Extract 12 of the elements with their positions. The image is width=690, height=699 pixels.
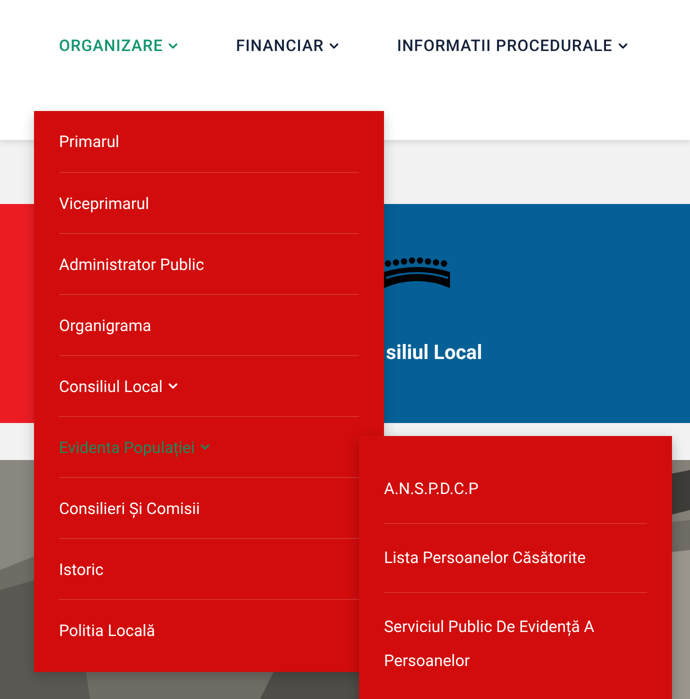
menu-item[interactable]: Primarul bbox=[59, 111, 359, 172]
nav-link[interactable]: FINANCIAR bbox=[236, 36, 341, 55]
menu-item[interactable]: Administrator Public bbox=[59, 233, 359, 294]
card-title: siliul Local bbox=[385, 340, 484, 364]
submenu-item[interactable]: Serviciul Public De Evidență A Persoanelor bbox=[384, 592, 647, 695]
submenu-item[interactable]: A.N.S.P.D.C.P bbox=[384, 460, 647, 523]
submenu-item[interactable]: Lista Persoanelor Căsătorite bbox=[384, 523, 647, 592]
menu-item[interactable]: Organigrama bbox=[59, 294, 359, 355]
menu-item[interactable]: Consiliul Local bbox=[59, 355, 359, 416]
nav-link[interactable]: ORGANIZARE bbox=[59, 36, 180, 55]
menu-item[interactable]: Viceprimarul bbox=[59, 172, 359, 233]
nav-link[interactable]: INFORMATII PROCEDURALE bbox=[396, 36, 630, 55]
